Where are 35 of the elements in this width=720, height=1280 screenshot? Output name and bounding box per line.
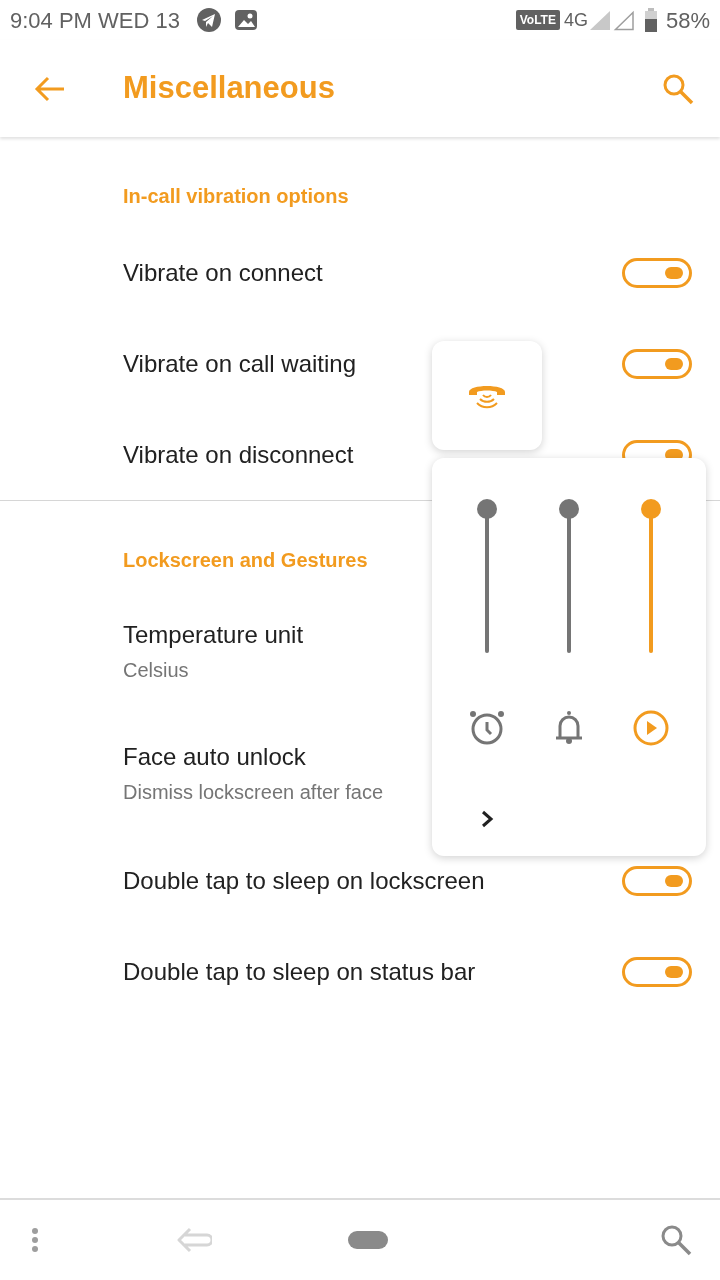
ringer-mode-dialog[interactable] — [432, 341, 542, 450]
slider-thumb[interactable] — [641, 499, 661, 519]
chevron-right-icon[interactable] — [480, 809, 494, 829]
search-icon[interactable] — [660, 1224, 692, 1256]
section-header: In-call vibration options — [123, 185, 349, 207]
toggle-switch[interactable] — [622, 257, 692, 288]
setting-title: Double tap to sleep on lockscreen — [123, 866, 486, 895]
setting-title: Double tap to sleep on status bar — [123, 957, 477, 986]
slider-thumb[interactable] — [559, 499, 579, 519]
setting-subtitle: Celsius — [123, 658, 190, 683]
setting-title: Temperature unit — [123, 621, 305, 649]
back-arrow-icon[interactable] — [34, 74, 66, 103]
toggle-switch[interactable] — [622, 348, 692, 379]
signal-icon — [611, 9, 636, 31]
clock-text: 9:04 PM WED 13 — [10, 6, 180, 35]
more-options-icon[interactable] — [30, 1227, 40, 1253]
setting-title: Vibrate on disconnect — [123, 440, 355, 469]
section-header: Lockscreen and Gestures — [123, 549, 368, 571]
network-type-text: 4G — [563, 8, 588, 32]
home-pill-icon[interactable] — [347, 1230, 389, 1250]
toggle-switch[interactable] — [622, 865, 692, 896]
setting-title: Face auto unlock — [123, 743, 307, 771]
slider-thumb[interactable] — [477, 499, 497, 519]
setting-subtitle: Dismiss lockscreen after face — [123, 780, 385, 805]
toggle-switch[interactable] — [622, 956, 692, 987]
battery-text: 58% — [665, 6, 710, 35]
back-arrow-icon[interactable] — [175, 1226, 212, 1254]
setting-title: Vibrate on call waiting — [123, 349, 358, 378]
page-title: Miscellaneous — [123, 69, 335, 108]
network-badge: VoLTE — [515, 10, 560, 30]
battery-icon — [643, 8, 658, 32]
paper-plane-icon — [195, 7, 222, 33]
image-icon — [233, 8, 258, 32]
setting-title: Vibrate on connect — [123, 258, 324, 287]
search-icon[interactable] — [662, 72, 694, 105]
